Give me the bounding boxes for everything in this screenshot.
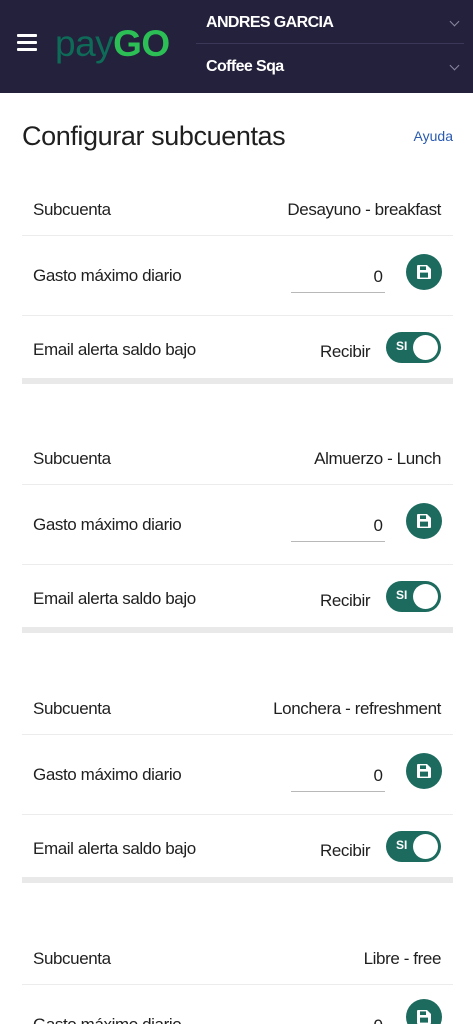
paygo-logo: payGO xyxy=(55,23,170,64)
low-balance-alert-row: Email alerta saldo bajo Recibir SI xyxy=(22,565,453,627)
help-link[interactable]: Ayuda xyxy=(414,128,453,144)
low-balance-alert-row: Email alerta saldo bajo Recibir SI xyxy=(22,815,453,877)
subaccount-card: Subcuenta Desayuno - breakfast Gasto máx… xyxy=(22,186,453,386)
user-name: ANDRES GARCIA xyxy=(206,14,334,31)
chevron-down-icon xyxy=(449,60,460,71)
floppy-disk-icon xyxy=(417,514,431,528)
toggle-text: SI xyxy=(396,838,408,852)
store-name: Coffee Sqa xyxy=(206,58,284,75)
toggle-text: SI xyxy=(396,588,408,602)
daily-max-input[interactable] xyxy=(291,1011,385,1024)
alert-toggle[interactable]: SI xyxy=(386,581,441,612)
toggle-knob xyxy=(413,335,438,360)
subaccount-card: Subcuenta Almuerzo - Lunch Gasto máximo … xyxy=(22,435,453,635)
subaccount-name-row: Subcuenta Libre - free xyxy=(22,935,453,985)
alert-label: Email alerta saldo bajo xyxy=(33,839,196,858)
alert-toggle[interactable]: SI xyxy=(386,332,441,363)
subaccount-label: Subcuenta xyxy=(33,449,111,468)
receive-label: Recibir xyxy=(320,591,371,610)
save-button[interactable] xyxy=(406,753,442,789)
alert-label: Email alerta saldo bajo xyxy=(33,589,196,608)
receive-label: Recibir xyxy=(320,841,371,860)
daily-max-label: Gasto máximo diario xyxy=(33,765,182,784)
alert-toggle[interactable]: SI xyxy=(386,831,441,862)
alert-label: Email alerta saldo bajo xyxy=(33,340,196,359)
subaccount-name-row: Subcuenta Lonchera - refreshment xyxy=(22,685,453,735)
user-selector[interactable]: ANDRES GARCIA xyxy=(196,2,464,44)
daily-max-label: Gasto máximo diario xyxy=(33,515,182,534)
daily-max-input[interactable] xyxy=(291,511,385,542)
subaccount-name: Almuerzo - Lunch xyxy=(314,449,441,468)
save-button[interactable] xyxy=(406,999,442,1024)
toggle-text: SI xyxy=(396,339,408,353)
subaccount-name-row: Subcuenta Desayuno - breakfast xyxy=(22,186,453,236)
top-bar: payGO ANDRES GARCIA Coffee Sqa xyxy=(0,0,473,93)
daily-max-row: Gasto máximo diario xyxy=(22,236,453,316)
save-button[interactable] xyxy=(406,254,442,290)
subaccount-name-row: Subcuenta Almuerzo - Lunch xyxy=(22,435,453,485)
daily-max-label: Gasto máximo diario xyxy=(33,1015,182,1024)
subaccount-name: Libre - free xyxy=(363,949,442,968)
toggle-knob xyxy=(413,584,438,609)
receive-label: Recibir xyxy=(320,342,371,361)
subaccount-name: Desayuno - breakfast xyxy=(287,200,441,219)
daily-max-input[interactable] xyxy=(291,761,385,792)
toggle-knob xyxy=(413,834,438,859)
floppy-disk-icon xyxy=(417,265,431,279)
subaccount-card: Subcuenta Lonchera - refreshment Gasto m… xyxy=(22,685,453,885)
daily-max-row: Gasto máximo diario xyxy=(22,985,453,1024)
page-title: Configurar subcuentas xyxy=(22,121,286,151)
subaccount-label: Subcuenta xyxy=(33,699,111,718)
floppy-disk-icon xyxy=(417,1010,431,1024)
subaccount-card: Subcuenta Libre - free Gasto máximo diar… xyxy=(22,935,453,1024)
section-divider xyxy=(22,627,453,633)
section-divider xyxy=(22,877,453,883)
subaccount-name: Lonchera - refreshment xyxy=(273,699,441,718)
daily-max-label: Gasto máximo diario xyxy=(33,266,182,285)
floppy-disk-icon xyxy=(417,764,431,778)
low-balance-alert-row: Email alerta saldo bajo Recibir SI xyxy=(22,316,453,378)
section-divider xyxy=(22,378,453,384)
hamburger-icon[interactable] xyxy=(17,34,37,51)
daily-max-input[interactable] xyxy=(291,262,385,293)
subaccount-label: Subcuenta xyxy=(33,949,111,968)
store-selector[interactable]: Coffee Sqa xyxy=(196,46,464,88)
daily-max-row: Gasto máximo diario xyxy=(22,735,453,815)
daily-max-row: Gasto máximo diario xyxy=(22,485,453,565)
chevron-down-icon xyxy=(449,16,460,27)
subaccount-label: Subcuenta xyxy=(33,200,111,219)
save-button[interactable] xyxy=(406,503,442,539)
